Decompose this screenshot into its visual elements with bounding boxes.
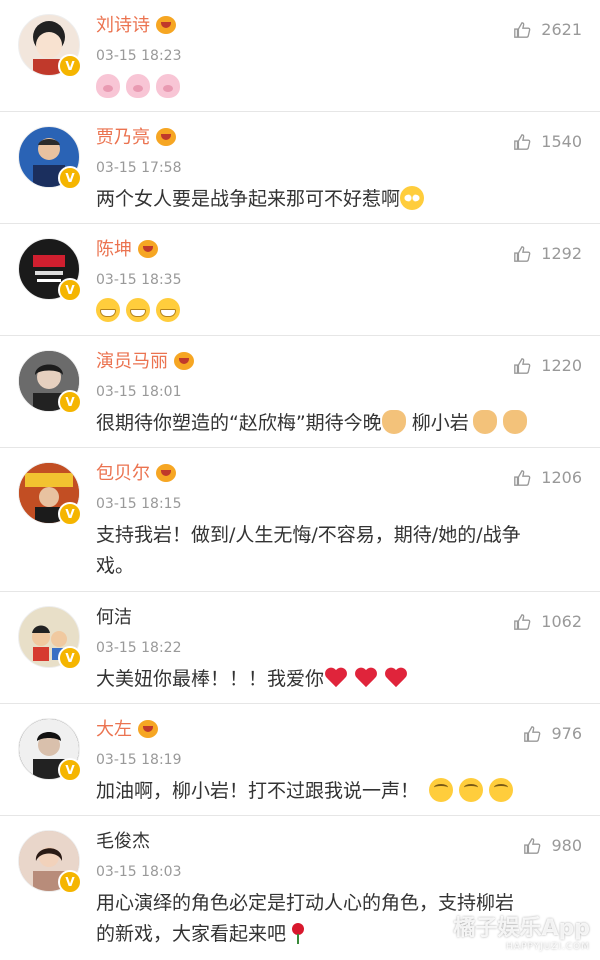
comment-item: V 贾乃亮 03-15 17:58 两个女人要是战争起来那可不好惹啊 1540 (0, 112, 600, 224)
like-count: 980 (551, 836, 582, 855)
comment-author[interactable]: 毛俊杰 (96, 830, 150, 854)
comment-time: 03-15 18:01 (96, 384, 182, 400)
grin-emoji-icon (156, 298, 180, 322)
avatar[interactable]: V (18, 14, 82, 78)
verified-badge-icon: V (58, 390, 82, 414)
smirk-emoji-icon (429, 778, 454, 802)
verified-badge-icon: V (58, 646, 82, 670)
pig-emoji-icon (156, 74, 180, 98)
comment-author[interactable]: 贾乃亮 (96, 126, 176, 150)
like-button[interactable]: 1292 (513, 244, 582, 263)
comment-author[interactable]: 何洁 (96, 606, 132, 630)
comment-text (96, 296, 586, 327)
avatar[interactable]: V (18, 126, 82, 190)
fist-emoji-icon (472, 410, 497, 434)
vip-crown-icon (174, 352, 194, 370)
like-count: 1540 (541, 132, 582, 151)
verified-badge-icon: V (58, 758, 82, 782)
rose-emoji-icon (286, 921, 310, 945)
watermark-main: 橘子娱乐App (453, 916, 590, 941)
grin-emoji-icon (96, 298, 120, 322)
like-button[interactable]: 976 (523, 724, 582, 743)
comment-text: 很期待你塑造的“赵欣梅”期待今晚 柳小岩 (96, 408, 586, 439)
vip-crown-icon (138, 240, 158, 258)
comment-time: 03-15 18:03 (96, 864, 182, 880)
comment-text: 大美妞你最棒！！！我爱你 (96, 664, 586, 695)
verified-badge-icon: V (58, 166, 82, 190)
heart-emoji-icon (384, 666, 408, 690)
like-button[interactable]: 1062 (513, 612, 582, 631)
comment-text: 两个女人要是战争起来那可不好惹啊 (96, 184, 586, 215)
comment-author[interactable]: 陈坤 (96, 238, 158, 262)
comment-author[interactable]: 演员马丽 (96, 350, 194, 374)
like-count: 1062 (541, 612, 582, 631)
like-button[interactable]: 980 (523, 836, 582, 855)
like-button[interactable]: 1220 (513, 356, 582, 375)
avatar[interactable]: V (18, 718, 82, 782)
avatar[interactable]: V (18, 606, 82, 670)
thumb-up-icon (514, 357, 531, 374)
avatar[interactable]: V (18, 462, 82, 526)
vip-crown-icon (156, 16, 176, 34)
smirk-emoji-icon (489, 778, 514, 802)
comment-text (96, 72, 586, 103)
like-count: 976 (551, 724, 582, 743)
watermark: 橘子娱乐App HAPPYJUZI.COM (453, 910, 590, 952)
like-count: 1206 (541, 468, 582, 487)
smirk-emoji-icon (459, 778, 484, 802)
vip-crown-icon (138, 720, 158, 738)
like-count: 1292 (541, 244, 582, 263)
like-button[interactable]: 2621 (513, 20, 582, 39)
comment-item: V 包贝尔 03-15 18:15 支持我岩！做到/人生无悔/不容易，期待/她的… (0, 448, 600, 592)
avatar[interactable]: V (18, 350, 82, 414)
comment-time: 03-15 18:15 (96, 496, 182, 512)
verified-badge-icon: V (58, 502, 82, 526)
flushed-emoji-icon (400, 186, 425, 210)
thumb-up-icon (524, 837, 541, 854)
like-count: 2621 (541, 20, 582, 39)
thumb-up-icon (514, 469, 531, 486)
heart-emoji-icon (324, 666, 348, 690)
avatar[interactable]: V (18, 238, 82, 302)
comment-time: 03-15 18:22 (96, 640, 182, 656)
pig-emoji-icon (96, 74, 120, 98)
thumbs-up-emoji-icon (502, 410, 527, 434)
thumb-up-icon (514, 133, 531, 150)
comment-item: V 演员马丽 03-15 18:01 很期待你塑造的“赵欣梅”期待今晚 柳小岩 1… (0, 336, 600, 448)
thumb-up-icon (524, 725, 541, 742)
rock-hand-emoji-icon (381, 410, 406, 434)
like-count: 1220 (541, 356, 582, 375)
vip-crown-icon (156, 464, 176, 482)
comment-author[interactable]: 包贝尔 (96, 462, 176, 486)
comment-item: V 刘诗诗 03-15 18:23 2621 (0, 0, 600, 112)
verified-badge-icon: V (58, 278, 82, 302)
vip-crown-icon (156, 128, 176, 146)
comment-item: V 何洁 03-15 18:22 大美妞你最棒！！！我爱你 1062 (0, 592, 600, 704)
comment-time: 03-15 18:23 (96, 48, 182, 64)
thumb-up-icon (514, 245, 531, 262)
thumb-up-icon (514, 21, 531, 38)
heart-emoji-icon (354, 666, 378, 690)
avatar[interactable]: V (18, 830, 82, 894)
watermark-sub: HAPPYJUZI.COM (506, 942, 590, 952)
comment-time: 03-15 18:19 (96, 752, 182, 768)
comment-item: V 陈坤 03-15 18:35 1292 (0, 224, 600, 336)
pig-emoji-icon (126, 74, 150, 98)
comment-author[interactable]: 刘诗诗 (96, 14, 176, 38)
comment-time: 03-15 17:58 (96, 160, 182, 176)
verified-badge-icon: V (58, 54, 82, 78)
comment-text: 加油啊，柳小岩！打不过跟我说一声！ (96, 776, 586, 807)
like-button[interactable]: 1206 (513, 468, 582, 487)
like-button[interactable]: 1540 (513, 132, 582, 151)
comment-item: V 大左 03-15 18:19 加油啊，柳小岩！打不过跟我说一声！ 976 (0, 704, 600, 816)
thumb-up-icon (514, 613, 531, 630)
comment-time: 03-15 18:35 (96, 272, 182, 288)
grin-emoji-icon (126, 298, 150, 322)
comment-text: 支持我岩！做到/人生无悔/不容易，期待/她的/战争 戏。 (96, 524, 521, 577)
comment-author[interactable]: 大左 (96, 718, 158, 742)
verified-badge-icon: V (58, 870, 82, 894)
